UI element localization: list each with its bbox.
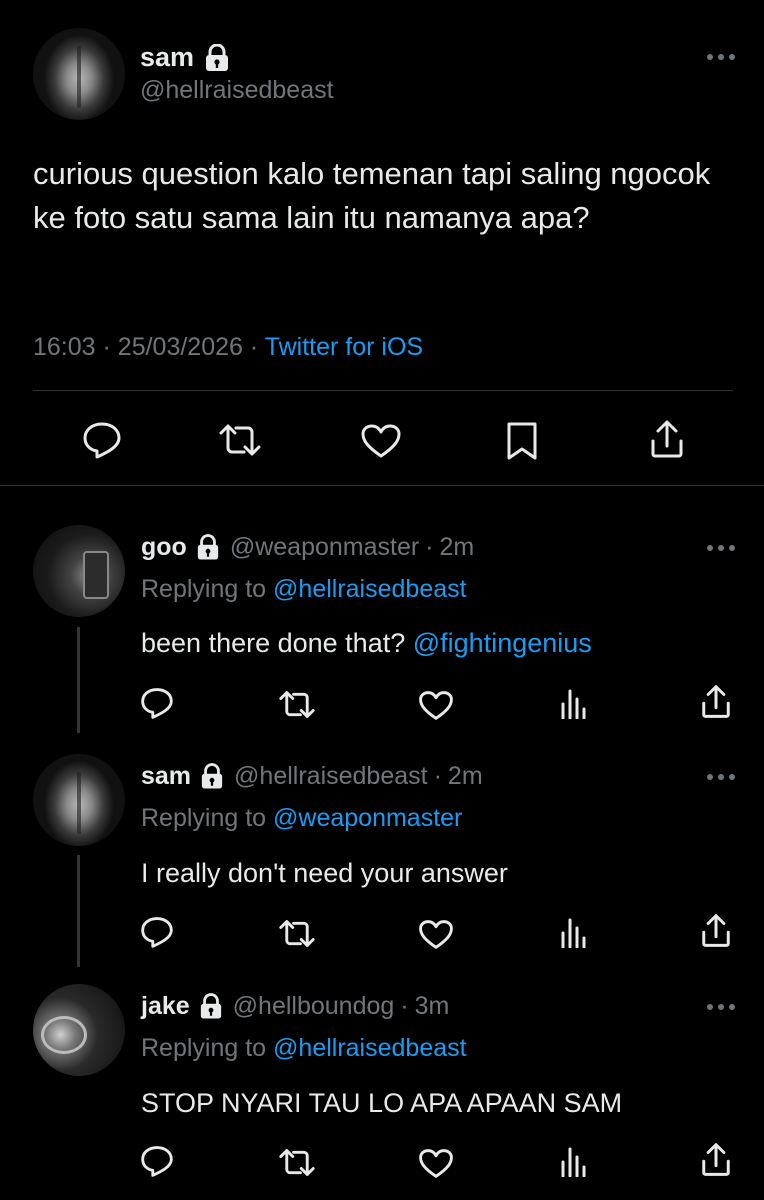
reply-header: sam @hellraisedbeast · 2m bbox=[141, 762, 483, 791]
reply-icon[interactable] bbox=[82, 421, 122, 459]
retweet-icon[interactable] bbox=[278, 1148, 316, 1182]
views-icon[interactable] bbox=[559, 1145, 587, 1182]
avatar[interactable] bbox=[33, 525, 125, 617]
reply-header: jake @hellboundog · 3m bbox=[141, 992, 449, 1021]
views-icon[interactable] bbox=[559, 916, 587, 953]
bookmark-icon[interactable] bbox=[505, 421, 539, 461]
more-icon[interactable] bbox=[706, 52, 736, 62]
replying-to: Replying to @hellraisedbeast bbox=[141, 575, 467, 604]
replying-to-mention[interactable]: @weaponmaster bbox=[273, 804, 462, 832]
meta-separator: · bbox=[249, 333, 259, 361]
replying-to-label: Replying to bbox=[141, 1034, 267, 1062]
reply-author-handle[interactable]: @weaponmaster bbox=[230, 533, 419, 562]
reply-text: STOP NYARI TAU LO APA APAAN SAM bbox=[141, 1088, 623, 1118]
share-icon[interactable] bbox=[701, 913, 731, 953]
avatar[interactable] bbox=[33, 984, 125, 1076]
share-icon[interactable] bbox=[650, 419, 684, 459]
reply-header: goo @weaponmaster · 2m bbox=[141, 533, 474, 562]
reply-time[interactable]: 2m bbox=[440, 533, 475, 562]
replying-to-mention[interactable]: @hellraisedbeast bbox=[273, 1034, 467, 1062]
like-icon[interactable] bbox=[418, 1148, 454, 1184]
reply-author-name[interactable]: sam bbox=[141, 762, 191, 791]
reply-author-name[interactable]: goo bbox=[141, 533, 187, 562]
divider bbox=[33, 390, 733, 391]
lock-icon bbox=[204, 43, 230, 72]
share-icon[interactable] bbox=[701, 684, 731, 724]
author-name[interactable]: sam bbox=[140, 42, 230, 73]
views-icon[interactable] bbox=[559, 687, 587, 724]
reply-author-name[interactable]: jake bbox=[141, 992, 190, 1021]
reply-author-handle[interactable]: @hellboundog bbox=[233, 992, 395, 1021]
reply-text: I really don't need your answer bbox=[141, 858, 508, 888]
more-icon[interactable] bbox=[706, 772, 736, 782]
thread-line bbox=[77, 627, 80, 733]
like-icon[interactable] bbox=[418, 690, 454, 726]
like-icon[interactable] bbox=[418, 919, 454, 955]
replying-to-mention[interactable]: @hellraisedbeast bbox=[273, 575, 467, 603]
author-handle[interactable]: @hellraisedbeast bbox=[140, 76, 334, 105]
reply-time[interactable]: 2m bbox=[448, 762, 483, 791]
reply-text-body: been there done that? bbox=[141, 628, 406, 658]
lock-icon bbox=[196, 534, 220, 561]
lock-icon bbox=[200, 763, 224, 790]
thread-line bbox=[77, 855, 80, 967]
meta-separator: · bbox=[102, 333, 111, 361]
replying-to-label: Replying to bbox=[141, 804, 267, 832]
divider bbox=[0, 485, 764, 486]
reply-icon[interactable] bbox=[140, 916, 174, 953]
reply-icon[interactable] bbox=[140, 687, 174, 724]
tweet-meta: 16:03 · 25/03/2026 · Twitter for iOS bbox=[33, 333, 423, 362]
reply-icon[interactable] bbox=[140, 1145, 174, 1182]
reply-text-mention[interactable]: @fightingenius bbox=[413, 628, 592, 658]
separator: · bbox=[425, 533, 434, 561]
more-icon[interactable] bbox=[706, 1002, 736, 1012]
replying-to: Replying to @hellraisedbeast bbox=[141, 1034, 467, 1063]
retweet-icon[interactable] bbox=[218, 423, 262, 457]
more-icon[interactable] bbox=[706, 543, 736, 553]
tweet-text: curious question kalo temenan tapi salin… bbox=[33, 156, 711, 235]
separator: · bbox=[400, 992, 409, 1020]
avatar[interactable] bbox=[33, 754, 125, 846]
tweet-source[interactable]: Twitter for iOS bbox=[265, 333, 423, 361]
replying-to: Replying to @weaponmaster bbox=[141, 804, 462, 833]
separator: · bbox=[433, 762, 442, 790]
lock-icon bbox=[199, 993, 223, 1020]
like-icon[interactable] bbox=[360, 423, 402, 459]
replying-to-label: Replying to bbox=[141, 575, 267, 603]
reply-text: been there done that? @fightingenius bbox=[141, 628, 592, 659]
tweet-time: 16:03 bbox=[33, 333, 96, 361]
author-name-text: sam bbox=[140, 42, 195, 72]
share-icon[interactable] bbox=[701, 1142, 731, 1182]
retweet-icon[interactable] bbox=[278, 690, 316, 724]
reply-time[interactable]: 3m bbox=[415, 992, 450, 1021]
avatar[interactable] bbox=[33, 28, 125, 120]
reply-author-handle[interactable]: @hellraisedbeast bbox=[234, 762, 428, 791]
tweet-date: 25/03/2026 bbox=[117, 333, 243, 361]
retweet-icon[interactable] bbox=[278, 919, 316, 953]
